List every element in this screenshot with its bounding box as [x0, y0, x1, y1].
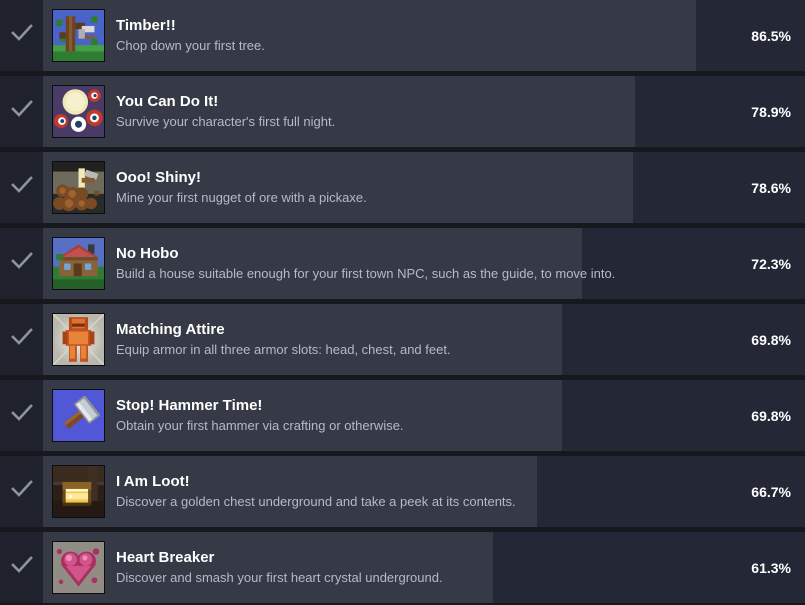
achievement-body: You Can Do It! Survive your character's …: [43, 76, 805, 147]
achievement-unlocked-check: [0, 380, 43, 451]
check-icon: [10, 480, 33, 503]
achievement-text: Matching Attire Equip armor in all three…: [116, 321, 751, 358]
i-am-loot-achievement-icon: [52, 465, 105, 518]
check-icon: [10, 328, 33, 351]
achievement-description: Discover and smash your first heart crys…: [116, 570, 443, 585]
ooo-shiny-achievement-icon: [52, 161, 105, 214]
achievement-body: Heart Breaker Discover and smash your fi…: [43, 532, 805, 603]
achievement-global-percent: 78.9%: [751, 103, 791, 120]
achievement-global-percent: 72.3%: [751, 255, 791, 272]
achievement-description: Chop down your first tree.: [116, 38, 265, 53]
check-icon: [10, 252, 33, 275]
no-hobo-achievement-icon: [52, 237, 105, 290]
achievement-title: I Am Loot!: [116, 473, 190, 490]
achievement-title: No Hobo: [116, 245, 179, 262]
timber-achievement-icon: [52, 9, 105, 62]
achievement-list: Timber!! Chop down your first tree. 86.5…: [0, 0, 805, 603]
achievement-text: I Am Loot! Discover a golden chest under…: [116, 473, 751, 510]
achievement-row[interactable]: Matching Attire Equip armor in all three…: [0, 304, 805, 375]
achievement-text: Heart Breaker Discover and smash your fi…: [116, 549, 751, 586]
achievement-description: Build a house suitable enough for your f…: [116, 266, 616, 281]
achievement-body: No Hobo Build a house suitable enough fo…: [43, 228, 805, 299]
achievement-description: Survive your character's first full nigh…: [116, 114, 336, 129]
achievement-global-percent: 69.8%: [751, 331, 791, 348]
achievement-row[interactable]: Timber!! Chop down your first tree. 86.5…: [0, 0, 805, 71]
achievement-text: Timber!! Chop down your first tree.: [116, 17, 751, 54]
heart-breaker-achievement-icon: [52, 541, 105, 594]
achievement-row[interactable]: You Can Do It! Survive your character's …: [0, 76, 805, 147]
achievement-body: Stop! Hammer Time! Obtain your first ham…: [43, 380, 805, 451]
achievement-text: Ooo! Shiny! Mine your first nugget of or…: [116, 169, 751, 206]
achievement-global-percent: 61.3%: [751, 559, 791, 576]
achievement-unlocked-check: [0, 456, 43, 527]
achievement-description: Obtain your first hammer via crafting or…: [116, 418, 404, 433]
you-can-do-it-achievement-icon: [52, 85, 105, 138]
check-icon: [10, 556, 33, 579]
check-icon: [10, 100, 33, 123]
achievement-global-percent: 86.5%: [751, 27, 791, 44]
stop-hammer-time-achievement-icon: [52, 389, 105, 442]
achievement-body: Matching Attire Equip armor in all three…: [43, 304, 805, 375]
achievement-unlocked-check: [0, 152, 43, 223]
achievement-row[interactable]: No Hobo Build a house suitable enough fo…: [0, 228, 805, 299]
achievement-text: You Can Do It! Survive your character's …: [116, 93, 751, 130]
achievement-description: Mine your first nugget of ore with a pic…: [116, 190, 367, 205]
achievement-description: Equip armor in all three armor slots: he…: [116, 342, 451, 357]
achievement-unlocked-check: [0, 532, 43, 603]
achievement-title: Matching Attire: [116, 321, 225, 338]
achievement-global-percent: 69.8%: [751, 407, 791, 424]
achievement-row[interactable]: Heart Breaker Discover and smash your fi…: [0, 532, 805, 603]
achievement-title: Ooo! Shiny!: [116, 169, 201, 186]
achievement-global-percent: 66.7%: [751, 483, 791, 500]
achievement-body: Timber!! Chop down your first tree. 86.5…: [43, 0, 805, 71]
achievement-row[interactable]: Ooo! Shiny! Mine your first nugget of or…: [0, 152, 805, 223]
check-icon: [10, 24, 33, 47]
achievement-description: Discover a golden chest underground and …: [116, 494, 516, 509]
achievement-unlocked-check: [0, 0, 43, 71]
achievement-unlocked-check: [0, 228, 43, 299]
achievement-row[interactable]: I Am Loot! Discover a golden chest under…: [0, 456, 805, 527]
achievement-row[interactable]: Stop! Hammer Time! Obtain your first ham…: [0, 380, 805, 451]
achievement-title: Heart Breaker: [116, 549, 215, 566]
achievement-global-percent: 78.6%: [751, 179, 791, 196]
achievement-unlocked-check: [0, 304, 43, 375]
achievement-title: Timber!!: [116, 17, 176, 34]
achievement-unlocked-check: [0, 76, 43, 147]
achievement-text: Stop! Hammer Time! Obtain your first ham…: [116, 397, 751, 434]
matching-attire-achievement-icon: [52, 313, 105, 366]
check-icon: [10, 176, 33, 199]
check-icon: [10, 404, 33, 427]
achievement-body: Ooo! Shiny! Mine your first nugget of or…: [43, 152, 805, 223]
achievement-title: You Can Do It!: [116, 93, 219, 110]
achievement-body: I Am Loot! Discover a golden chest under…: [43, 456, 805, 527]
achievement-text: No Hobo Build a house suitable enough fo…: [116, 245, 751, 282]
achievement-title: Stop! Hammer Time!: [116, 397, 263, 414]
